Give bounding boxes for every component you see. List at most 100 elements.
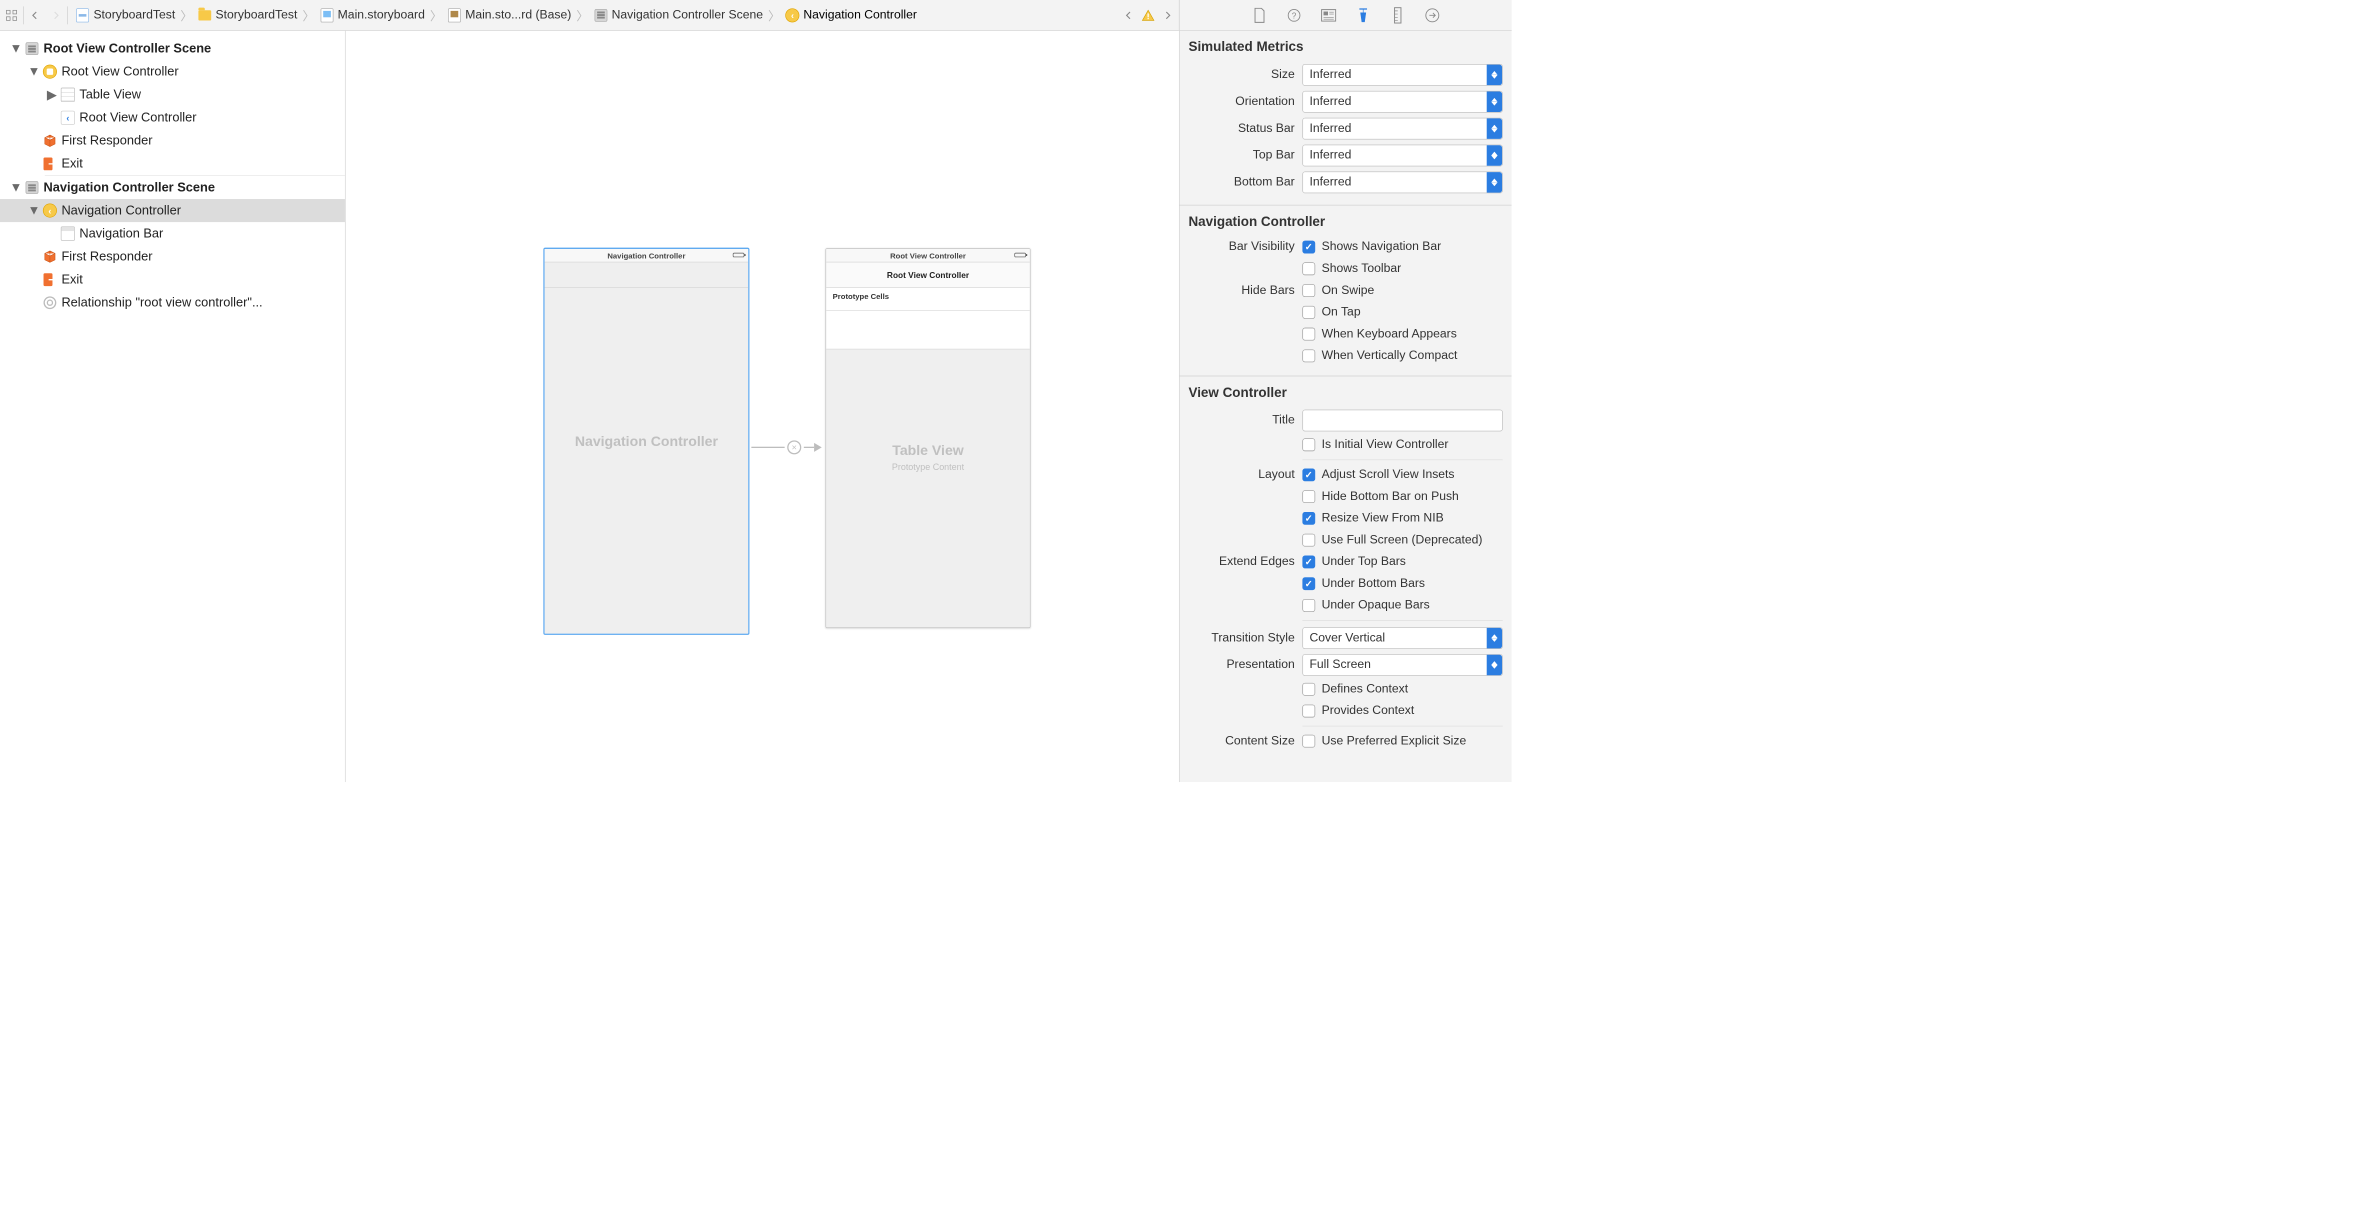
outline-item-root-vc[interactable]: ▼ Root View Controller	[0, 60, 345, 83]
outline-item-first-responder[interactable]: ▶ First Responder	[0, 129, 345, 152]
connections-inspector-tab[interactable]	[1424, 7, 1441, 24]
disclosure-triangle-icon[interactable]: ▼	[29, 203, 38, 218]
scene-placeholder-text: Navigation Controller	[545, 433, 749, 450]
chevron-right-icon: 〉	[302, 6, 314, 23]
storyboard-canvas[interactable]: Navigation Controller Navigation Control…	[346, 31, 1179, 782]
checkbox-use-preferred[interactable]	[1302, 735, 1315, 748]
cube-icon	[42, 133, 57, 148]
checkbox-shows-nav-bar[interactable]	[1302, 241, 1315, 254]
canvas-scene-root-vc[interactable]: Root View Controller Root View Controlle…	[826, 248, 1031, 628]
checkbox-is-initial[interactable]	[1302, 438, 1315, 451]
forward-button[interactable]	[45, 0, 67, 30]
checkbox-under-top[interactable]	[1302, 556, 1315, 569]
outline-item-nav-item[interactable]: ▶ ‹ Root View Controller	[0, 106, 345, 129]
checkbox-when-compact[interactable]	[1302, 349, 1315, 362]
crumb-storyboard-base[interactable]: Main.sto...rd (Base)	[445, 8, 574, 22]
outline-label: Exit	[61, 272, 82, 287]
separator	[1302, 726, 1502, 727]
check-label: Is Initial View Controller	[1322, 438, 1449, 452]
prop-when-compact: When Vertically Compact	[1188, 345, 1502, 367]
prop-under-opaque: Under Opaque Bars	[1188, 595, 1502, 617]
related-items-icon[interactable]	[0, 9, 23, 21]
file-inspector-tab[interactable]	[1251, 7, 1268, 24]
checkbox-adjust-scroll[interactable]	[1302, 468, 1315, 481]
attributes-inspector-tab[interactable]	[1355, 7, 1372, 24]
disclosure-triangle-icon[interactable]: ▼	[12, 180, 21, 195]
section-simulated-metrics: Simulated Metrics Size Inferred Orientat…	[1180, 31, 1512, 206]
checkbox-provides-context[interactable]	[1302, 705, 1315, 718]
checkbox-under-opaque[interactable]	[1302, 599, 1315, 612]
outline-label: Exit	[61, 156, 82, 171]
checkbox-when-kb[interactable]	[1302, 328, 1315, 341]
check-label: Hide Bottom Bar on Push	[1322, 490, 1459, 504]
prototype-cell-area[interactable]	[826, 311, 1030, 349]
prop-label: Presentation	[1188, 658, 1294, 672]
bottom-bar-popup[interactable]: Inferred	[1302, 172, 1502, 194]
outline-item-relationship[interactable]: ▶ Relationship "root view controller"...	[0, 291, 345, 314]
title-field[interactable]	[1302, 410, 1502, 432]
outline-item-nav-controller[interactable]: ▼ ‹ Navigation Controller	[0, 199, 345, 222]
nav-bar-placeholder	[545, 262, 749, 288]
placeholder-line2: Prototype Content	[826, 461, 1030, 471]
crumb-project[interactable]: StoryboardTest	[73, 8, 178, 22]
back-button[interactable]	[24, 0, 46, 30]
outline-item-exit-2[interactable]: ▶ Exit	[0, 268, 345, 291]
crumb-folder[interactable]: StoryboardTest	[195, 8, 300, 22]
jump-back-button[interactable]	[1117, 0, 1139, 30]
warning-icon[interactable]	[1139, 9, 1157, 21]
status-bar-popup[interactable]: Inferred	[1302, 118, 1502, 140]
stepper-icon	[1487, 92, 1502, 112]
protocells-label: Prototype Cells	[833, 292, 889, 301]
checkbox-use-full[interactable]	[1302, 534, 1315, 547]
section-title: Navigation Controller	[1188, 211, 1502, 237]
jump-forward-button[interactable]	[1157, 0, 1179, 30]
checkbox-defines-context[interactable]	[1302, 683, 1315, 696]
prop-label: Size	[1188, 68, 1294, 82]
prop-orientation: Orientation Inferred	[1188, 88, 1502, 115]
checkbox-on-swipe[interactable]	[1302, 284, 1315, 297]
document-outline: ▼ Root View Controller Scene ▼ Root View…	[0, 31, 346, 782]
check-label: Resize View From NIB	[1322, 511, 1444, 525]
disclosure-triangle-icon[interactable]: ▼	[29, 64, 38, 79]
prop-bottom-bar: Bottom Bar Inferred	[1188, 169, 1502, 196]
identity-inspector-tab[interactable]	[1320, 7, 1337, 24]
outline-item-exit[interactable]: ▶ Exit	[0, 152, 345, 175]
presentation-popup[interactable]: Full Screen	[1302, 654, 1502, 676]
checkbox-resize-nib[interactable]	[1302, 512, 1315, 525]
prop-provides-context: Provides Context	[1188, 700, 1502, 722]
outline-item-table-view[interactable]: ▶ Table View	[0, 83, 345, 106]
checkbox-shows-toolbar[interactable]	[1302, 262, 1315, 275]
checkbox-on-tap[interactable]	[1302, 306, 1315, 319]
orientation-popup[interactable]: Inferred	[1302, 91, 1502, 113]
prop-defines-context: Defines Context	[1188, 678, 1502, 700]
outline-scene-root[interactable]: ▼ Root View Controller Scene	[0, 37, 345, 60]
top-bar-popup[interactable]: Inferred	[1302, 145, 1502, 167]
exit-icon	[42, 272, 57, 287]
outline-item-nav-bar[interactable]: ▶ Navigation Bar	[0, 222, 345, 245]
canvas-scene-nav-controller[interactable]: Navigation Controller Navigation Control…	[544, 248, 749, 634]
crumb-storyboard[interactable]: Main.storyboard	[317, 8, 427, 22]
disclosure-triangle-icon[interactable]: ▶	[47, 87, 56, 103]
navigation-bar: Root View Controller	[826, 262, 1030, 288]
size-inspector-tab[interactable]	[1389, 7, 1406, 24]
crumb-nav-controller[interactable]: ‹ Navigation Controller	[783, 8, 920, 22]
size-popup[interactable]: Inferred	[1302, 64, 1502, 86]
crumb-label: Main.sto...rd (Base)	[465, 8, 571, 22]
outline-label: Relationship "root view controller"...	[61, 295, 262, 310]
checkbox-under-bottom[interactable]	[1302, 577, 1315, 590]
stepper-icon	[1487, 172, 1502, 192]
crumb-label: StoryboardTest	[93, 8, 175, 22]
relationship-segue[interactable]	[751, 440, 821, 454]
crumb-scene[interactable]: Navigation Controller Scene	[591, 8, 765, 22]
checkbox-hide-bottom[interactable]	[1302, 490, 1315, 503]
outline-scene-nav[interactable]: ▼ Navigation Controller Scene	[0, 176, 345, 199]
scene-icon	[594, 8, 608, 22]
check-label: Under Opaque Bars	[1322, 598, 1430, 612]
disclosure-triangle-icon[interactable]: ▼	[12, 41, 21, 56]
outline-item-first-responder-2[interactable]: ▶ First Responder	[0, 245, 345, 268]
transition-popup[interactable]: Cover Vertical	[1302, 627, 1502, 649]
help-inspector-tab[interactable]: ?	[1285, 7, 1302, 24]
exit-icon	[42, 156, 57, 171]
cube-icon	[42, 249, 57, 264]
popup-value: Inferred	[1309, 95, 1351, 109]
